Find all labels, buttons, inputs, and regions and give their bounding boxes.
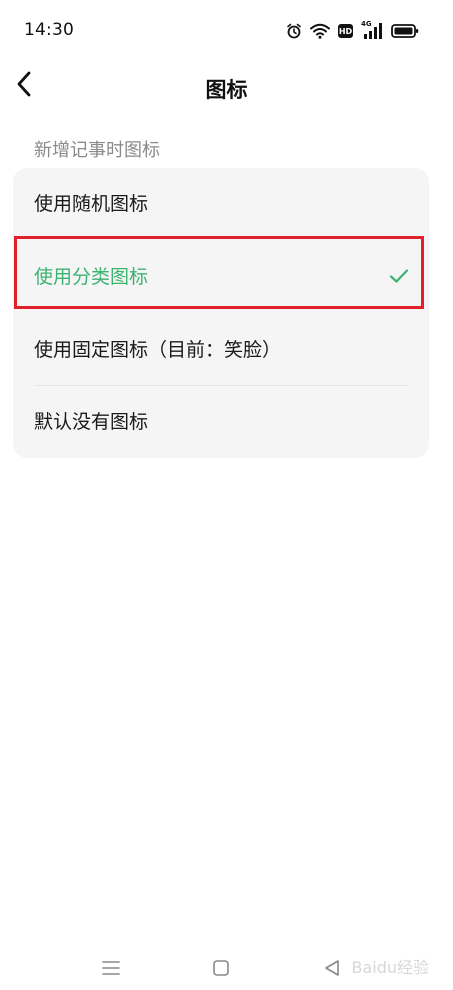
alarm-icon <box>286 23 302 39</box>
option-no-icon[interactable]: 默认没有图标 <box>13 386 429 458</box>
wifi-icon <box>310 23 330 39</box>
back-triangle-icon <box>323 959 341 981</box>
cellular-signal-icon: 4G <box>361 20 383 40</box>
menu-icon <box>101 960 121 980</box>
menu-button[interactable] <box>97 956 125 984</box>
option-fixed-icon[interactable]: 使用固定图标（目前：笑脸） <box>13 314 429 386</box>
nav-bar: Baidu经验 <box>0 950 453 990</box>
page-title: 图标 <box>205 78 248 102</box>
status-time: 14:30 <box>24 20 74 40</box>
back-nav-button[interactable] <box>318 956 346 984</box>
status-icons: HD 4G <box>286 20 419 42</box>
header: 图标 <box>0 60 453 116</box>
section-label: 新增记事时图标 <box>34 140 160 161</box>
options-card: 使用随机图标 使用分类图标 使用固定图标（目前：笑脸） 默认没有图标 <box>13 168 429 458</box>
home-button[interactable] <box>207 956 235 984</box>
home-square-icon <box>212 959 230 981</box>
option-label: 使用固定图标（目前：笑脸） <box>34 339 282 361</box>
hd-badge: HD <box>338 24 353 38</box>
option-label: 使用随机图标 <box>34 193 149 215</box>
highlight-box <box>14 236 424 309</box>
option-random-icon[interactable]: 使用随机图标 <box>13 168 429 240</box>
battery-icon <box>391 23 419 39</box>
option-label: 默认没有图标 <box>34 411 149 433</box>
status-bar: 14:30 HD 4G <box>0 0 453 60</box>
watermark: Baidu经验 <box>351 958 429 977</box>
